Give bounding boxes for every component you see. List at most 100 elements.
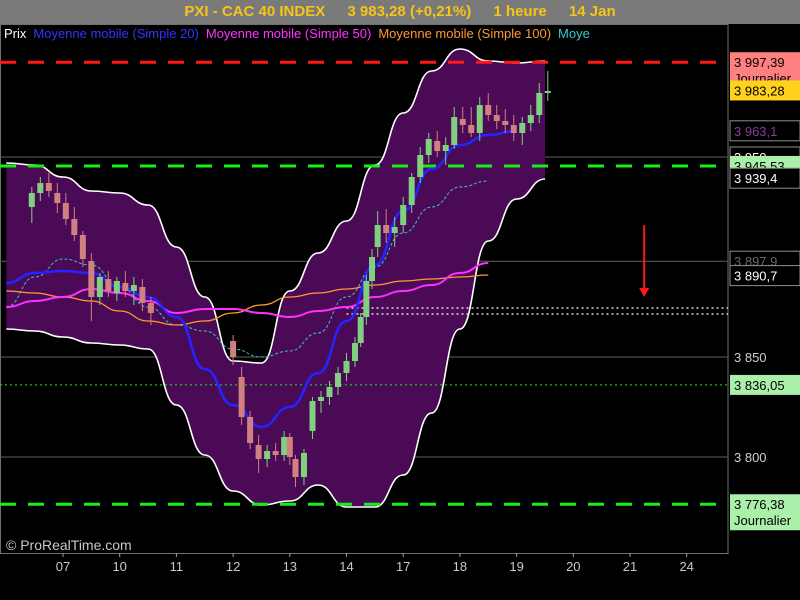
candle-body: [519, 123, 526, 133]
candle-body: [286, 437, 293, 457]
bollinger-band-fill: [6, 49, 546, 507]
x-tick-label: 13: [283, 559, 297, 574]
candle: [544, 71, 551, 101]
candle-body: [352, 343, 359, 361]
x-tick-label: 19: [509, 559, 523, 574]
candle-body: [79, 235, 86, 259]
candle-body: [264, 451, 271, 459]
price-tag: 3 939,4: [729, 167, 800, 189]
x-tick-label: 07: [56, 559, 70, 574]
price-tag-value: 3 890,7: [734, 269, 777, 284]
candle-body: [485, 105, 492, 115]
price-tag: 3 963,1: [729, 120, 800, 142]
price-tag-sublabel: Journalier: [734, 513, 792, 528]
price-tag: 3 776,38Journalier: [730, 494, 800, 531]
candle-body: [544, 91, 551, 93]
candle-body: [451, 117, 458, 145]
x-tick-label: 21: [623, 559, 637, 574]
legend-entry: Moyenne mobile (Simple 20): [33, 26, 199, 41]
candle-body: [459, 119, 466, 125]
candle-body: [255, 445, 262, 459]
candle-body: [369, 257, 376, 281]
candle: [357, 313, 364, 347]
indicator-legend: Prix Moyenne mobile (Simple 20) Moyenne mo…: [4, 26, 597, 41]
candle-body: [527, 115, 534, 123]
legend-entry: Moye: [558, 26, 590, 41]
legend-entry: Moyenne mobile (Simple 50): [205, 26, 372, 41]
candle-body: [309, 401, 316, 431]
legend-entry: Moyenne mobile (Simple 100): [378, 26, 552, 41]
y-tick-label: 3 800: [734, 450, 767, 465]
candle-body: [88, 261, 95, 297]
price-change: 3 983,28 (+0,21%): [347, 3, 472, 20]
candle-body: [383, 225, 390, 233]
watermark: © ProRealTime.com: [6, 537, 132, 553]
candle-body: [28, 193, 35, 207]
date-label: 14 Jan: [568, 3, 616, 20]
candle-body: [272, 451, 279, 455]
x-tick-label: 12: [226, 559, 240, 574]
candle-body: [536, 93, 543, 115]
price-tag-value: 3 776,38: [734, 497, 785, 512]
candle-body: [425, 139, 432, 155]
price-tag-value: 3 939,4: [734, 171, 777, 186]
x-tick-label: 11: [170, 559, 184, 574]
candle-body: [391, 227, 398, 233]
candle-body: [476, 105, 483, 133]
candle-body: [238, 377, 245, 417]
candle-body: [400, 205, 407, 225]
candle-body: [113, 281, 120, 293]
x-tick-label: 10: [112, 559, 126, 574]
price-tag-value: 3 963,1: [734, 124, 777, 139]
down-arrow-head: [639, 288, 650, 297]
legend-entry: Prix: [4, 26, 27, 41]
price-tag-value: 3 997,39: [734, 55, 785, 70]
candle-body: [468, 125, 475, 133]
timeframe-label: 1 heure: [493, 3, 547, 20]
candle-body: [122, 283, 129, 291]
x-tick-label: 14: [339, 559, 353, 574]
candle-body: [105, 279, 112, 291]
x-tick-label: 18: [453, 559, 467, 574]
candle-body: [493, 115, 500, 121]
price-tag-value: 3 836,05: [734, 378, 785, 393]
x-tick-label: 17: [396, 559, 410, 574]
candle-body: [292, 459, 299, 477]
price-tag: 3 890,7: [729, 265, 800, 287]
plot-area: [0, 48, 728, 508]
price-tag: 3 983,28: [730, 80, 800, 101]
candle-body: [510, 125, 517, 133]
instrument-name: PXI - CAC 40 INDEX: [184, 3, 326, 20]
candle-body: [317, 397, 324, 401]
candle-body: [502, 121, 509, 125]
candle-body: [300, 453, 307, 477]
candle-body: [363, 281, 370, 317]
candle-body: [343, 361, 350, 373]
price-tag-value: 3 983,28: [734, 83, 785, 98]
candle-body: [442, 145, 449, 151]
candle-body: [247, 417, 254, 443]
candle-body: [139, 287, 146, 303]
candle-body: [71, 219, 78, 235]
x-tick-label: 24: [679, 559, 693, 574]
price-tag: 3 836,05: [730, 374, 800, 395]
candle-body: [45, 183, 52, 191]
candle-body: [37, 183, 44, 193]
candle-body: [374, 225, 381, 247]
price-chart[interactable]: 07 10 11 12 13 14 17 18 19 20 21 24 3 850 3 800 3 997,…: [0, 24, 800, 600]
candle-body: [62, 203, 69, 219]
candle-body: [130, 285, 137, 291]
candle-body: [230, 341, 237, 357]
candle-body: [408, 177, 415, 205]
y-tick-label: 3 850: [734, 350, 767, 365]
candle-body: [417, 155, 424, 177]
candle-body: [357, 317, 364, 343]
candle-body: [334, 373, 341, 387]
candle-body: [434, 141, 441, 151]
chart-title-bar: PXI - CAC 40 INDEX 3 983,28 (+0,21%) 1 h…: [0, 0, 800, 24]
candle-body: [147, 303, 154, 313]
candle-body: [326, 387, 333, 397]
candle-body: [281, 437, 288, 455]
candle-body: [54, 193, 61, 203]
x-tick-label: 20: [566, 559, 580, 574]
